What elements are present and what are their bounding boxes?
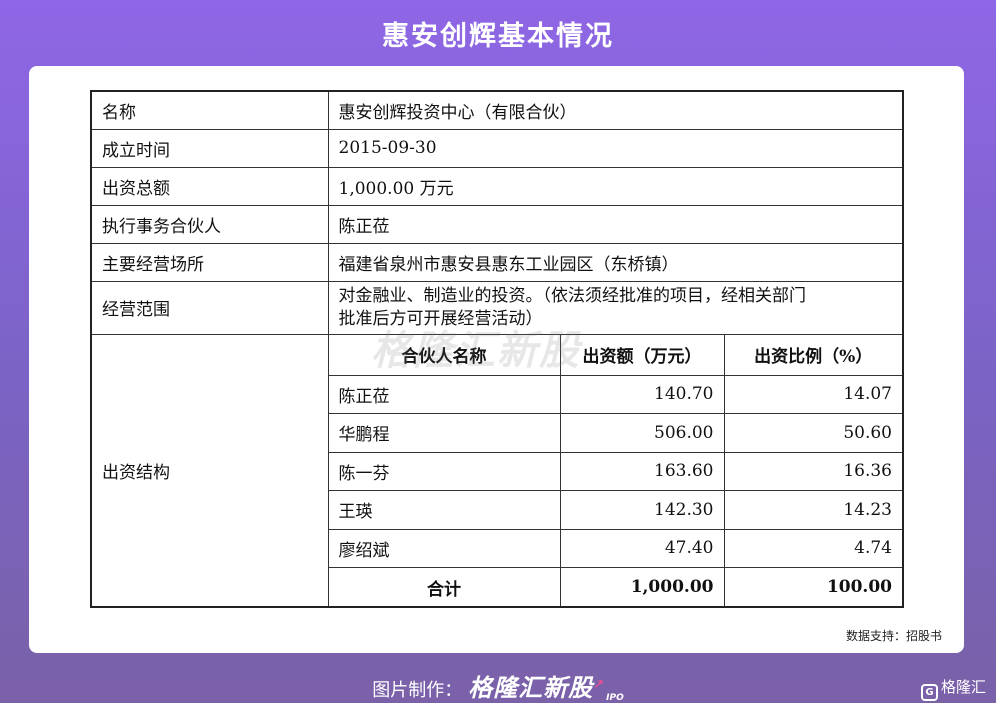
partner-ratio: 16.36 — [724, 452, 902, 491]
partner-amount: 142.30 — [560, 490, 725, 530]
row-value-multiline: 对金融业、制造业的投资。（依法须经批准的项目，经相关部门 批准后方可开展经营活动… — [327, 280, 904, 335]
partner-row: 陈正莅 140.70 14.07 — [328, 375, 902, 414]
partner-row: 王瑛 142.30 14.23 — [328, 490, 902, 530]
value-line: 对金融业、制造业的投资。（依法须经批准的项目，经相关部门 — [338, 285, 807, 306]
table-row: 主要经营场所 福建省泉州市惠安县惠东工业园区（东桥镇） — [90, 242, 904, 282]
row-key: 成立时间 — [90, 128, 329, 168]
source-note: 数据支持：招股书 — [845, 629, 942, 643]
total-label: 合计 — [328, 567, 561, 606]
column-header: 合伙人名称 — [328, 334, 561, 376]
table-row: 出资总额 1,000.00 万元 — [90, 166, 904, 206]
partner-ratio: 14.23 — [724, 490, 902, 530]
row-value: 1,000.00 万元 — [327, 166, 904, 206]
total-amount: 1,000.00 — [560, 567, 725, 606]
column-header: 出资比例（%） — [724, 334, 902, 376]
arrow-up-icon: ↗ — [593, 677, 605, 692]
total-row: 合计 1,000.00 100.00 — [328, 567, 903, 606]
table-row: 经营范围 对金融业、制造业的投资。（依法须经批准的项目，经相关部门 批准后方可开… — [90, 280, 904, 335]
partner-table: 合伙人名称 出资额（万元） 出资比例（%） 陈正莅 140.70 14.07 华… — [328, 334, 903, 606]
partner-header-row: 合伙人名称 出资额（万元） 出资比例（%） — [328, 334, 902, 376]
partner-name: 陈正莅 — [328, 375, 561, 414]
footer-credit: 图片制作： 格隆汇新股↗IPO — [0, 668, 996, 703]
row-value: 2015-09-30 — [327, 128, 904, 168]
partner-ratio: 4.74 — [724, 529, 902, 568]
corner-logo: G 格隆汇 — [920, 676, 986, 701]
partner-row: 陈一芬 163.60 16.36 — [328, 452, 902, 491]
value-line: 批准后方可开展经营活动） — [338, 308, 543, 329]
brand-logo-icon: G — [920, 684, 938, 701]
partner-name: 华鹏程 — [328, 413, 561, 453]
footer-brand: 格隆汇新股 — [468, 674, 594, 702]
page-title: 惠安创辉基本情况 — [382, 21, 614, 52]
partner-name: 廖绍斌 — [328, 529, 561, 568]
row-key: 经营范围 — [90, 280, 329, 335]
content-card: 名称 惠安创辉投资中心（有限合伙） 成立时间 2015-09-30 出资总额 1… — [29, 66, 964, 653]
table-row: 成立时间 2015-09-30 — [90, 128, 904, 168]
row-key: 主要经营场所 — [90, 242, 329, 282]
table-row-structure: 出资结构 合伙人名称 出资额（万元） 出资比例（%） 陈正莅 140.70 14… — [90, 333, 904, 608]
partner-name: 陈一芬 — [328, 452, 561, 491]
partner-row: 廖绍斌 47.40 4.74 — [328, 529, 902, 568]
partner-ratio: 14.07 — [724, 375, 902, 414]
partner-amount: 47.40 — [560, 529, 725, 568]
partner-name: 王瑛 — [328, 490, 561, 530]
footer-ipo: IPO — [606, 693, 624, 703]
row-key: 出资总额 — [90, 166, 329, 206]
row-value: 福建省泉州市惠安县惠东工业园区（东桥镇） — [327, 242, 904, 282]
footer-prefix: 图片制作： — [372, 680, 463, 701]
partner-amount: 506.00 — [560, 413, 725, 453]
total-ratio: 100.00 — [826, 577, 892, 597]
partner-ratio: 50.60 — [724, 413, 902, 453]
partner-amount: 140.70 — [560, 375, 725, 414]
column-header: 出资额（万元） — [560, 334, 725, 376]
partner-row: 华鹏程 506.00 50.60 — [328, 413, 902, 453]
corner-logo-text: 格隆汇 — [940, 678, 986, 696]
row-key: 名称 — [90, 90, 329, 130]
row-value: 陈正莅 — [327, 204, 904, 244]
table-row: 执行事务合伙人 陈正莅 — [90, 204, 904, 244]
row-key: 出资结构 — [90, 333, 329, 608]
info-table: 名称 惠安创辉投资中心（有限合伙） 成立时间 2015-09-30 出资总额 1… — [90, 90, 904, 608]
row-value: 惠安创辉投资中心（有限合伙） — [327, 90, 904, 130]
structure-cell: 合伙人名称 出资额（万元） 出资比例（%） 陈正莅 140.70 14.07 华… — [327, 333, 904, 608]
table-row: 名称 惠安创辉投资中心（有限合伙） — [90, 90, 904, 130]
partner-amount: 163.60 — [560, 452, 725, 491]
row-key: 执行事务合伙人 — [90, 204, 329, 244]
